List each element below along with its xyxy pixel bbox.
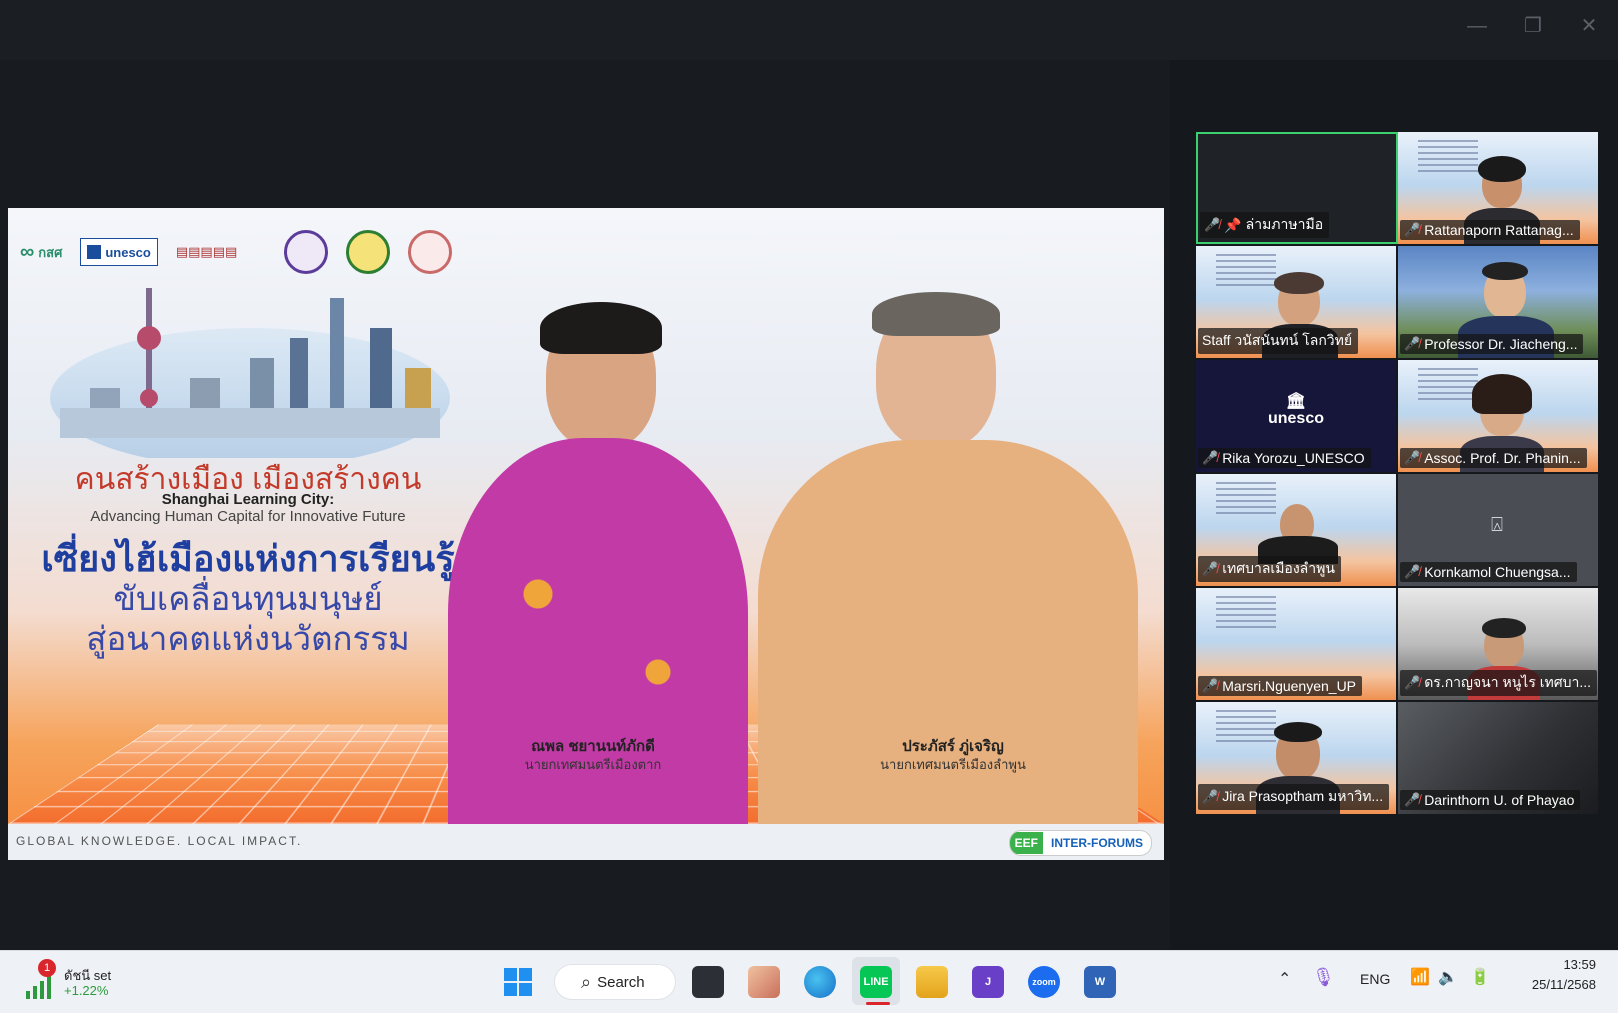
restore-button[interactable]: ❐ bbox=[1516, 12, 1550, 40]
stock-widget[interactable]: 1 ดัชนี set +1.22% bbox=[24, 959, 144, 1003]
participant-name: ดร.กาญจนา หนูไร เทศบา... bbox=[1424, 674, 1592, 690]
mic-muted-icon: 🎤̸ bbox=[1404, 450, 1421, 465]
participant-tile[interactable]: 🎤̸ Rattanaporn Rattanag... bbox=[1398, 132, 1598, 244]
participant-tile[interactable]: 🎤̸ Assoc. Prof. Dr. Phanin... bbox=[1398, 360, 1598, 472]
mic-muted-icon: 🎤̸ bbox=[1404, 792, 1421, 807]
participant-tile[interactable]: ⍓ 🎤̸ Kornkamol Chuengsa... bbox=[1398, 474, 1598, 586]
shared-screen-area: ∞ กสศ unesco ▤▤▤▤▤ คนสร้างเมือง เมืองสร้า… bbox=[0, 60, 1170, 950]
clock-date[interactable]: 25/11/2568 bbox=[1510, 977, 1596, 992]
speaker-1-role: นายกเทศมนตรีเมืองตาก bbox=[524, 757, 662, 772]
shanghai-institute-logo: ▤▤▤▤▤ bbox=[175, 244, 238, 259]
task-view-icon[interactable] bbox=[692, 966, 724, 998]
slide-footer: GLOBAL KNOWLEDGE. LOCAL IMPACT. EEF INTE… bbox=[8, 824, 1164, 860]
edge-browser-icon[interactable] bbox=[804, 966, 836, 998]
participant-name: Rika Yorozu_UNESCO bbox=[1222, 450, 1365, 466]
eef-logo: ∞ กสศ bbox=[20, 240, 63, 263]
participant-tile[interactable]: 🎤̸ ดร.กาญจนา หนูไร เทศบา... bbox=[1398, 588, 1598, 700]
line-app-icon[interactable]: LINE bbox=[860, 966, 892, 998]
slide-subtitle-english: Advancing Human Capital for Innovative F… bbox=[90, 508, 406, 525]
mic-muted-icon: 🎤̸ bbox=[1202, 678, 1219, 693]
participant-tile[interactable]: Staff วนัสนันทน์ โลกวิทย์ bbox=[1196, 246, 1396, 358]
wifi-icon[interactable]: 📶 bbox=[1410, 967, 1430, 987]
photos-app-icon[interactable] bbox=[748, 966, 780, 998]
participant-name: Assoc. Prof. Dr. Phanin... bbox=[1424, 450, 1581, 466]
presentation-slide: ∞ กสศ unesco ▤▤▤▤▤ คนสร้างเมือง เมืองสร้า… bbox=[8, 208, 1164, 860]
volume-icon[interactable]: 🔈 bbox=[1438, 967, 1458, 987]
windows-taskbar: 1 ดัชนี set +1.22% ⌕ Search LINE J zoom … bbox=[0, 950, 1618, 1013]
close-button[interactable]: ✕ bbox=[1572, 12, 1606, 40]
unesco-logo: unesco bbox=[80, 238, 158, 266]
shanghai-skyline-image bbox=[50, 288, 450, 458]
mic-muted-icon: 🎤̸ bbox=[1404, 675, 1421, 690]
search-icon: ⌕ bbox=[581, 971, 592, 992]
mic-muted-icon: 🎤̸ bbox=[1202, 450, 1219, 465]
participant-tile[interactable]: 🎤̸ 📌 ล่ามภาษามือ bbox=[1196, 132, 1398, 244]
stock-change: +1.22% bbox=[64, 983, 109, 998]
mic-muted-icon: 🎤̸ bbox=[1202, 789, 1219, 804]
mic-muted-icon: 🎤̸ bbox=[1404, 222, 1421, 237]
battery-icon[interactable]: 🔋 bbox=[1470, 967, 1490, 987]
participant-tile[interactable]: 🎤̸ Professor Dr. Jiacheng... bbox=[1398, 246, 1598, 358]
participant-gallery: 🎤̸ 📌 ล่ามภาษามือ 🎤̸ Rattanaporn Rattanag...… bbox=[1196, 132, 1600, 816]
active-app-indicator bbox=[866, 1002, 890, 1005]
eef-inter-forums-badge: EEF INTER-FORUMS bbox=[1008, 830, 1152, 856]
participant-name: ล่ามภาษามือ bbox=[1245, 216, 1324, 232]
slide-tagline: GLOBAL KNOWLEDGE. LOCAL IMPACT. bbox=[16, 834, 303, 848]
participant-name: Marsri.Nguenyen_UP bbox=[1222, 678, 1357, 694]
journal-app-icon[interactable]: J bbox=[972, 966, 1004, 998]
participant-tile[interactable]: 🎤̸ Darinthorn U. of Phayao bbox=[1398, 702, 1598, 814]
participant-name: Kornkamol Chuengsa... bbox=[1424, 564, 1571, 580]
mic-muted-icon: 🎤̸ bbox=[1404, 564, 1421, 579]
clock-time[interactable]: 13:59 bbox=[1510, 957, 1596, 972]
participant-tile[interactable]: 🎤̸ Marsri.Nguenyen_UP bbox=[1196, 588, 1396, 700]
participant-name: Jira Prasoptham มหาวิท... bbox=[1222, 788, 1384, 804]
mic-muted-icon: 🎤̸ bbox=[1202, 561, 1219, 576]
language-indicator[interactable]: ENG bbox=[1360, 971, 1390, 987]
slide-subheadline-thai-2: สู่อนาคตแห่งนวัตกรรม bbox=[86, 620, 410, 657]
start-button[interactable] bbox=[502, 966, 534, 998]
participant-tile[interactable]: 🎤̸ Jira Prasoptham มหาวิท... bbox=[1196, 702, 1396, 814]
speaker-2-role: นายกเทศมนตรีเมืองลำพูน bbox=[880, 757, 1026, 772]
participant-name: Staff วนัสนันทน์ โลกวิทย์ bbox=[1202, 332, 1353, 348]
avatar-icon: ⍓ bbox=[1491, 514, 1503, 536]
participant-name: Rattanaporn Rattanag... bbox=[1424, 222, 1574, 238]
chevron-up-icon[interactable]: ⌃ bbox=[1278, 969, 1291, 989]
participant-name: Darinthorn U. of Phayao bbox=[1424, 792, 1575, 808]
participant-tile[interactable]: 🏛 unesco 🎤̸ Rika Yorozu_UNESCO bbox=[1196, 360, 1396, 472]
mic-muted-icon: 🎤̸ bbox=[1204, 217, 1221, 232]
participant-name: Professor Dr. Jiacheng... bbox=[1424, 336, 1578, 352]
microphone-icon[interactable]: 🎙 bbox=[1312, 967, 1335, 988]
zoom-app-icon[interactable]: zoom bbox=[1028, 966, 1060, 998]
stock-chart-icon bbox=[26, 976, 51, 999]
participant-name: เทศบาลเมืองลำพูน bbox=[1222, 560, 1335, 576]
zoom-title-bar: — ❐ ✕ bbox=[0, 0, 1618, 60]
unesco-logo: 🏛 unesco bbox=[1267, 393, 1324, 428]
windows-icon bbox=[504, 968, 532, 996]
taskbar-search[interactable]: ⌕ Search bbox=[554, 964, 676, 1000]
pin-icon: 📌 bbox=[1224, 216, 1242, 233]
minimize-button[interactable]: — bbox=[1460, 12, 1494, 40]
file-explorer-icon[interactable] bbox=[916, 966, 948, 998]
participant-tile[interactable]: 🎤̸ เทศบาลเมืองลำพูน bbox=[1196, 474, 1396, 586]
notification-badge: 1 bbox=[38, 959, 56, 977]
word-app-icon[interactable]: W bbox=[1084, 966, 1116, 998]
mic-muted-icon: 🎤̸ bbox=[1404, 336, 1421, 351]
slide-title-english: Shanghai Learning City: bbox=[161, 491, 335, 508]
